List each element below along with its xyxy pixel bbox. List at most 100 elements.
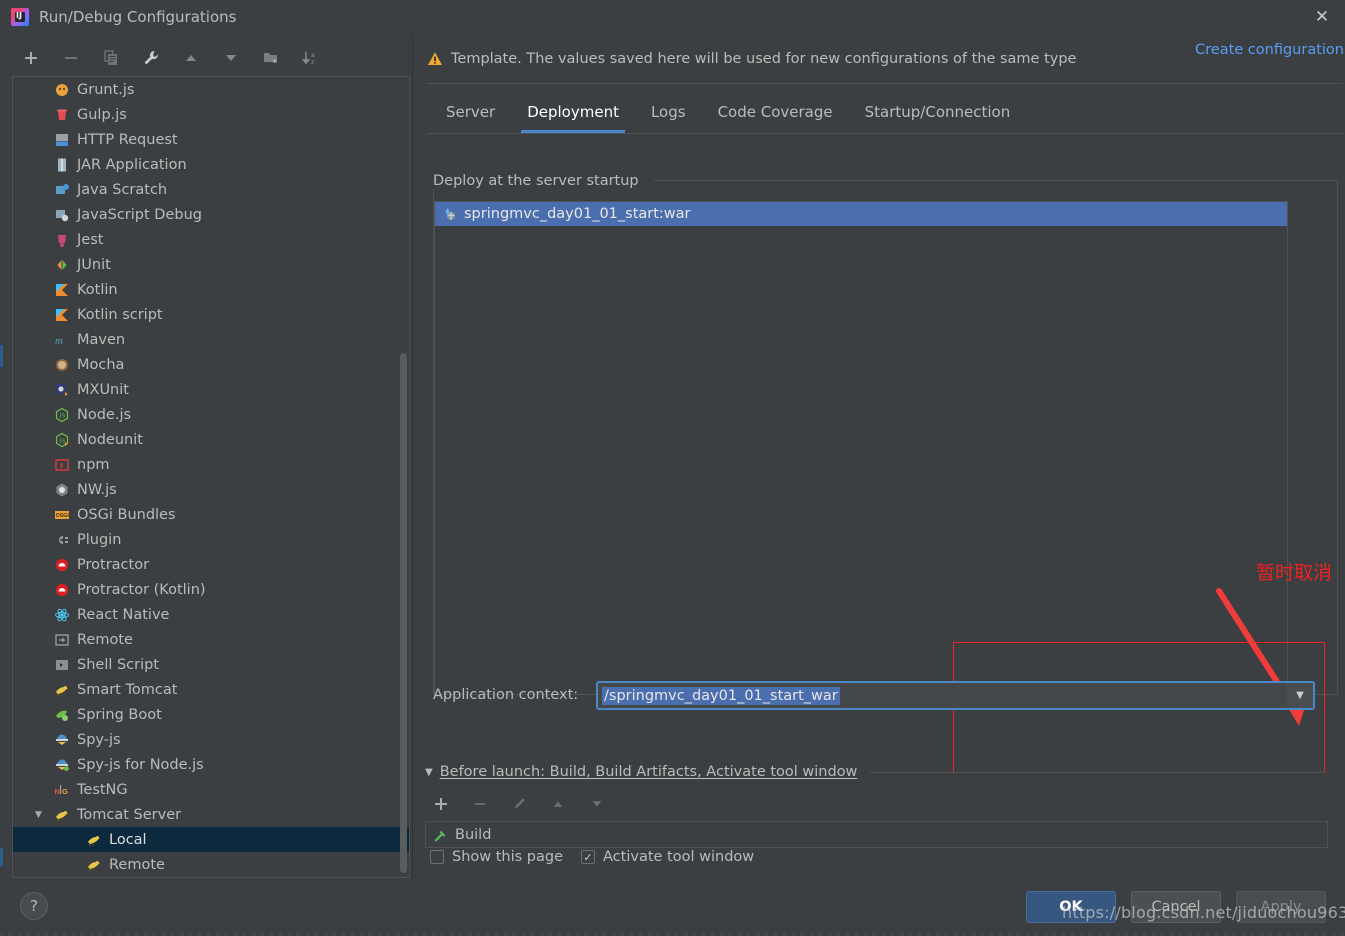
- sidebar-item-nw-js[interactable]: NW.js: [13, 477, 409, 502]
- sidebar-item-smart-tomcat[interactable]: Smart Tomcat: [13, 677, 409, 702]
- move-down-button[interactable]: [220, 47, 242, 69]
- react-native-icon: [53, 606, 70, 623]
- sidebar-item-maven[interactable]: m Maven: [13, 327, 409, 352]
- sidebar-item-kotlin[interactable]: Kotlin: [13, 277, 409, 302]
- sidebar-item-npm[interactable]: npm: [13, 452, 409, 477]
- activate-tool-window-checkbox[interactable]: ✓ Activate tool window: [581, 849, 754, 865]
- remove-task-button[interactable]: [469, 793, 491, 815]
- folder-add-icon[interactable]: [260, 47, 282, 69]
- configurations-tree[interactable]: Grunt.js Gulp.js HTTP Request JAR Applicati…: [12, 76, 410, 878]
- sidebar-item-jest[interactable]: Jest: [13, 227, 409, 252]
- tabs-divider: [427, 133, 1343, 134]
- sidebar-item-react-native[interactable]: React Native: [13, 602, 409, 627]
- add-task-button[interactable]: [430, 793, 452, 815]
- tab-logs[interactable]: Logs: [635, 91, 702, 133]
- sidebar-item-spy-js[interactable]: Spy-js: [13, 727, 409, 752]
- move-task-down-button[interactable]: [586, 793, 608, 815]
- sidebar-item-http-request[interactable]: HTTP Request: [13, 127, 409, 152]
- tab-startup-connection[interactable]: Startup/Connection: [849, 91, 1027, 133]
- sidebar-item-gulp-js[interactable]: Gulp.js: [13, 102, 409, 127]
- sort-az-icon[interactable]: a z: [300, 47, 322, 69]
- sidebar-item-tomcat-server[interactable]: ▼ Tomcat Server: [13, 802, 409, 827]
- before-launch-task-row[interactable]: Build: [425, 821, 1328, 848]
- sidebar-item-label: Local: [109, 831, 147, 848]
- tomcat-icon: [85, 856, 102, 873]
- sidebar-item-remote[interactable]: Remote: [13, 852, 409, 877]
- sidebar-item-remote[interactable]: Remote: [13, 627, 409, 652]
- deployment-artifact-row[interactable]: springmvc_day01_01_start:war: [435, 202, 1287, 226]
- chevron-down-icon[interactable]: ▼: [1287, 683, 1313, 708]
- jar-icon: [53, 156, 70, 173]
- sidebar-item-spring-boot[interactable]: Spring Boot: [13, 702, 409, 727]
- remove-configuration-button[interactable]: [60, 47, 82, 69]
- sidebar-item-nodeunit[interactable]: JS Nodeunit: [13, 427, 409, 452]
- sidebar-item-label: Plugin: [77, 531, 122, 548]
- sidebar-item-kotlin-script[interactable]: Kotlin script: [13, 302, 409, 327]
- application-context-input[interactable]: /springmvc_day01_01_start_war: [602, 686, 840, 705]
- wrench-icon[interactable]: [140, 47, 162, 69]
- move-task-up-button[interactable]: [547, 793, 569, 815]
- sidebar-item-local[interactable]: Local: [13, 827, 409, 852]
- sidebar-item-junit[interactable]: JUnit: [13, 252, 409, 277]
- copy-configuration-button[interactable]: [100, 47, 122, 69]
- create-configuration-link[interactable]: Create configuration: [1195, 42, 1344, 58]
- svg-text:G: G: [62, 787, 68, 796]
- sidebar-item-spy-js-for-node-js[interactable]: Spy-js for Node.js: [13, 752, 409, 777]
- sidebar-item-node-js[interactable]: JS Node.js: [13, 402, 409, 427]
- sidebar-item-shell-script[interactable]: Shell Script: [13, 652, 409, 677]
- show-this-page-checkbox[interactable]: Show this page: [430, 849, 563, 865]
- help-button[interactable]: ?: [20, 892, 48, 920]
- checkbox-box-unchecked[interactable]: [430, 850, 444, 864]
- sidebar-item-label: JavaScript Debug: [77, 206, 202, 223]
- tomcat-icon: [85, 831, 102, 848]
- checkbox-box-checked[interactable]: ✓: [581, 850, 596, 864]
- spy-js-icon: [53, 731, 70, 748]
- spring-boot-icon: [53, 706, 70, 723]
- tab-server[interactable]: Server: [430, 91, 511, 133]
- sidebar-item-label: HTTP Request: [77, 131, 178, 148]
- javascript-debug-icon: [53, 206, 70, 223]
- java-scratch-icon: [53, 181, 70, 198]
- window-title: Run/Debug Configurations: [39, 7, 237, 26]
- sidebar-item-jar-application[interactable]: JAR Application: [13, 152, 409, 177]
- sidebar-item-testng[interactable]: N G TestNG: [13, 777, 409, 802]
- close-icon[interactable]: ✕: [1299, 0, 1345, 33]
- sidebar-item-mxunit[interactable]: MXUnit: [13, 377, 409, 402]
- sidebar-item-osgi-bundles[interactable]: OSGI OSGi Bundles: [13, 502, 409, 527]
- add-configuration-button[interactable]: [20, 47, 42, 69]
- expand-triangle-icon[interactable]: ▼: [35, 810, 42, 820]
- sidebar-item-grunt-js[interactable]: Grunt.js: [13, 77, 409, 102]
- tab-deployment[interactable]: Deployment: [511, 91, 635, 133]
- svg-text:JS: JS: [58, 438, 65, 444]
- mxunit-icon: [53, 381, 70, 398]
- move-up-button[interactable]: [180, 47, 202, 69]
- tab-label: Server: [446, 103, 496, 121]
- sidebar-item-protractor[interactable]: Protractor: [13, 552, 409, 577]
- sidebar-item-java-scratch[interactable]: Java Scratch: [13, 177, 409, 202]
- sidebar-item-javascript-debug[interactable]: JavaScript Debug: [13, 202, 409, 227]
- sidebar-item-label: Protractor (Kotlin): [77, 581, 206, 598]
- before-launch-divider: [870, 772, 1325, 773]
- nodeunit-icon: JS: [53, 431, 70, 448]
- sidebar-item-mocha[interactable]: Mocha: [13, 352, 409, 377]
- svg-text:JS: JS: [58, 413, 65, 419]
- before-launch-header[interactable]: ▼ Before launch: Build, Build Artifacts,…: [425, 764, 857, 780]
- sidebar-item-label: Spy-js: [77, 731, 121, 748]
- deploy-group-label: Deploy at the server startup: [433, 173, 645, 189]
- application-context-combobox[interactable]: /springmvc_day01_01_start_war ▼: [596, 681, 1315, 710]
- activate-tool-window-label: Activate tool window: [603, 849, 755, 865]
- tab-code-coverage[interactable]: Code Coverage: [702, 91, 849, 133]
- gulp-icon: [53, 106, 70, 123]
- header-divider: [427, 83, 1343, 84]
- http-request-icon: [53, 131, 70, 148]
- deployment-artifacts-list[interactable]: springmvc_day01_01_start:war: [434, 201, 1288, 695]
- collapse-triangle-icon[interactable]: ▼: [425, 767, 433, 778]
- sidebar-item-label: Jest: [77, 231, 104, 248]
- jest-icon: [53, 231, 70, 248]
- sidebar-item-protractor-kotlin[interactable]: Protractor (Kotlin): [13, 577, 409, 602]
- svg-text:N: N: [54, 787, 59, 796]
- tree-scrollbar[interactable]: [400, 353, 407, 873]
- sidebar-item-plugin[interactable]: Plugin: [13, 527, 409, 552]
- sidebar-item-label: npm: [77, 456, 110, 473]
- edit-task-button[interactable]: [508, 793, 530, 815]
